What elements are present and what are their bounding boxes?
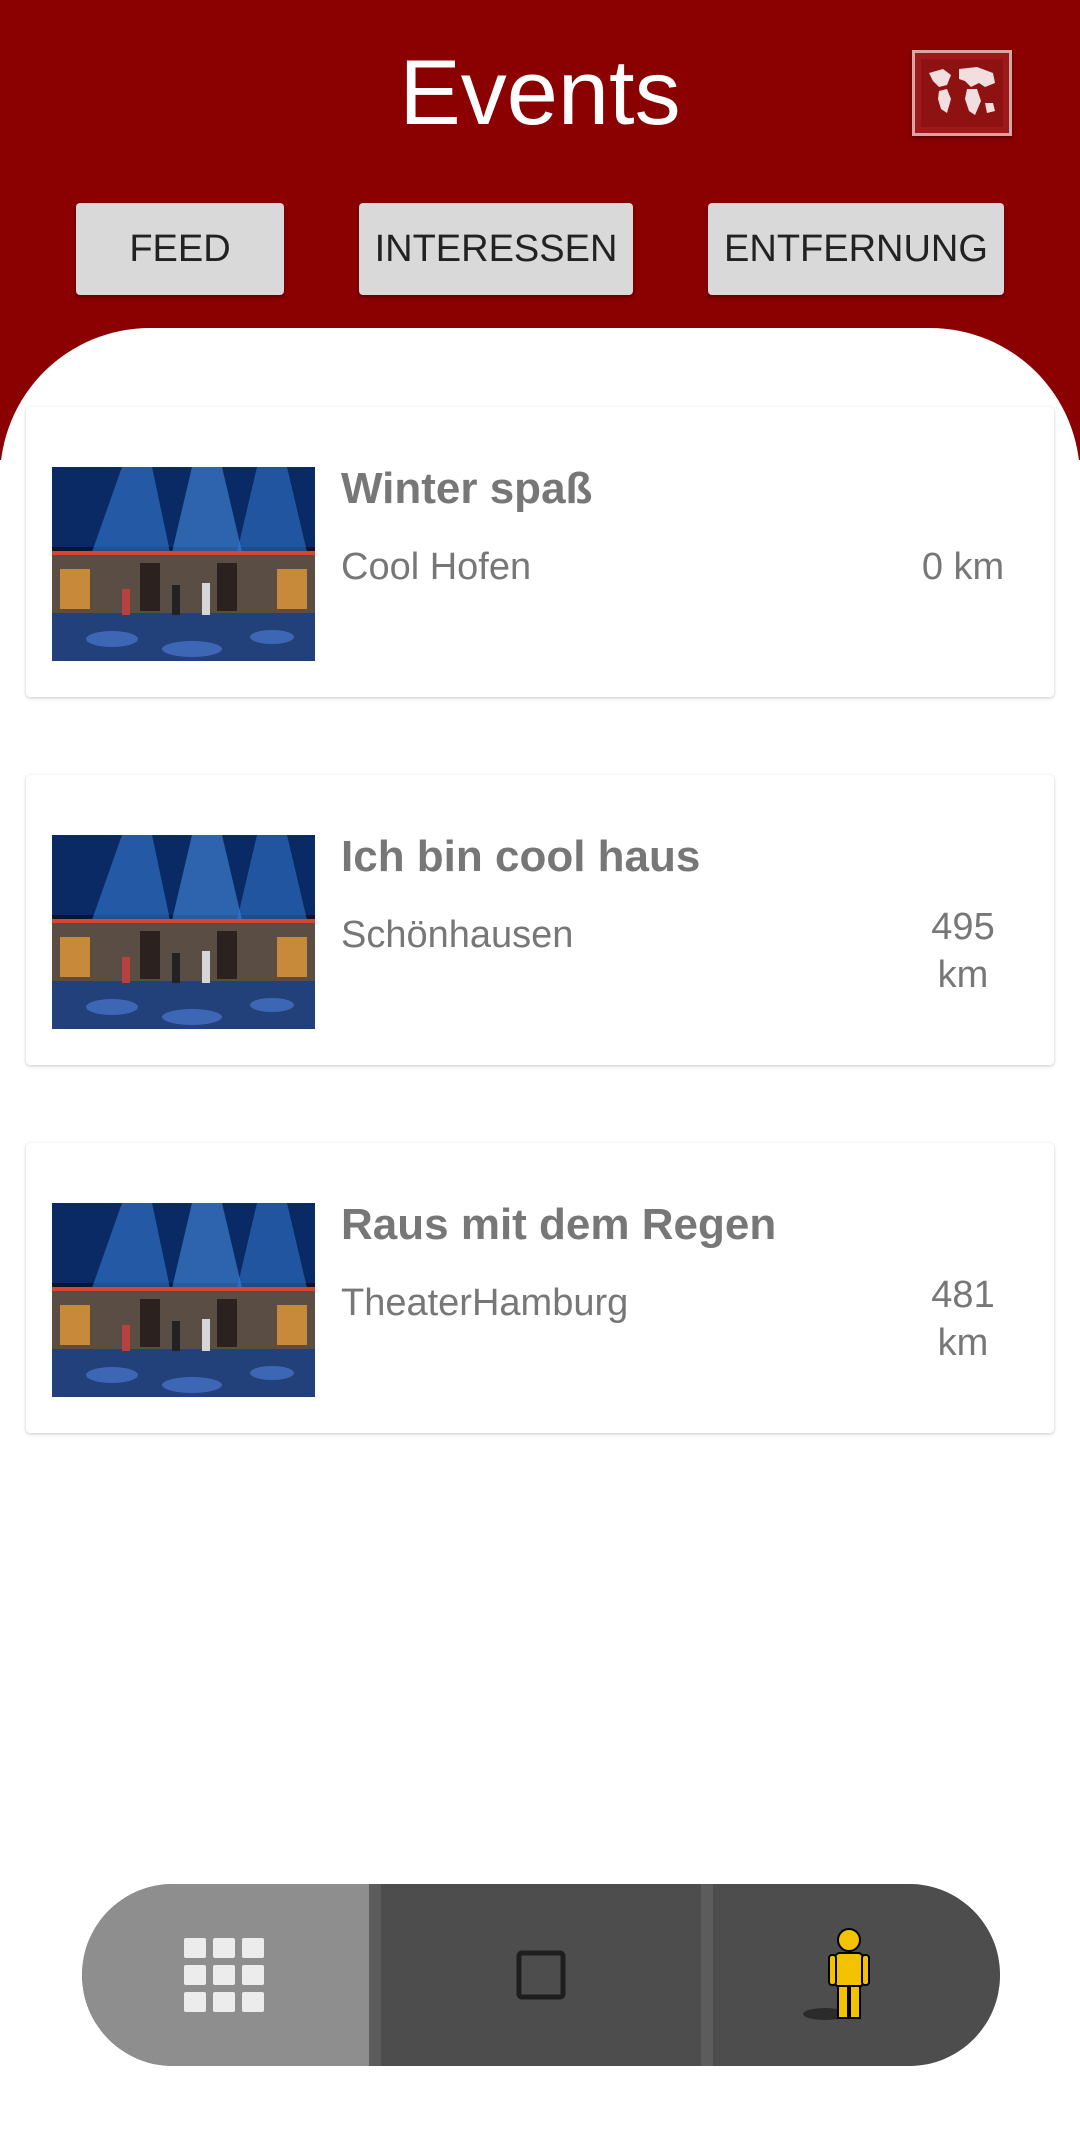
event-venue: Cool Hofen: [341, 546, 532, 588]
person-icon: [803, 1928, 870, 2020]
square-icon: [516, 1950, 566, 2000]
event-venue: TheaterHamburg: [341, 1282, 629, 1324]
tab-entfernung[interactable]: ENTFERNUNG: [708, 203, 1004, 295]
event-title: Raus mit dem Regen: [341, 1200, 777, 1249]
event-distance: 495 km: [931, 906, 995, 996]
event-card[interactable]: Raus mit dem Regen TheaterHamburg 481 km: [26, 1143, 1054, 1433]
nav-grid-button[interactable]: [82, 1884, 369, 2066]
nav-divider: [369, 1884, 381, 2066]
event-thumbnail: [52, 835, 315, 1029]
tab-interessen[interactable]: INTERESSEN: [359, 203, 633, 295]
event-venue: Schönhausen: [341, 914, 574, 956]
nav-person-button[interactable]: [713, 1884, 1000, 2066]
nav-square-button[interactable]: [381, 1884, 701, 2066]
grid-icon: [184, 1938, 264, 2012]
event-distance: 481 km: [931, 1274, 995, 1364]
nav-divider: [701, 1884, 713, 2066]
event-title: Ich bin cool haus: [341, 832, 701, 881]
map-button[interactable]: [912, 50, 1012, 136]
event-thumbnail: [52, 467, 315, 661]
event-distance: 0 km: [921, 546, 1005, 588]
bottom-navigation: [82, 1884, 1000, 2066]
event-card[interactable]: Ich bin cool haus Schönhausen 495 km: [26, 775, 1054, 1065]
tab-feed[interactable]: FEED: [76, 203, 284, 295]
world-map-icon: [921, 59, 1003, 127]
event-card[interactable]: Winter spaß Cool Hofen 0 km: [26, 407, 1054, 697]
event-title: Winter spaß: [341, 464, 593, 513]
event-thumbnail: [52, 1203, 315, 1397]
